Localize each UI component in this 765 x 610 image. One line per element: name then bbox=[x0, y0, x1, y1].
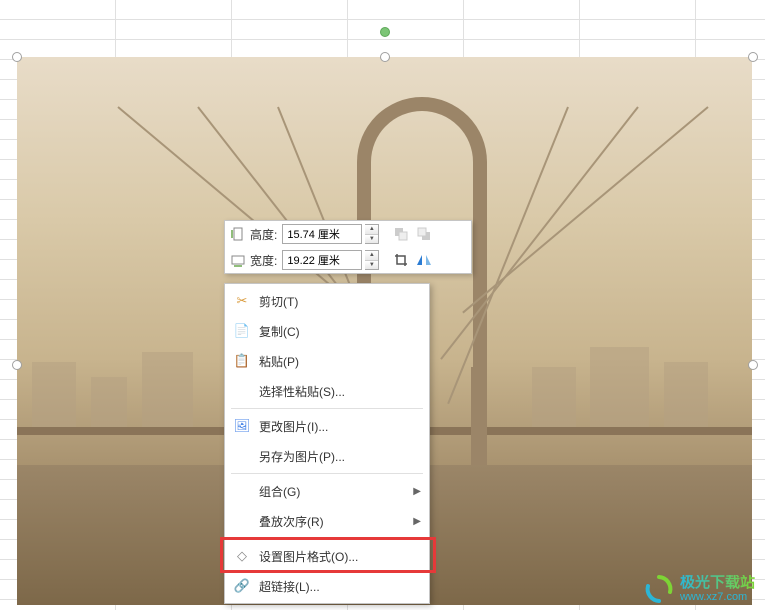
height-label: 高度: bbox=[250, 226, 277, 243]
menu-separator bbox=[231, 473, 423, 474]
menu-item-format-picture[interactable]: ◇ 设置图片格式(O)... bbox=[225, 541, 429, 571]
image-context-menu: ✂ 剪切(T) 📄 复制(C) 📋 粘贴(P) 选择性粘贴(S)... 🖼 更改图片(I)...… bbox=[224, 283, 430, 604]
menu-item-label: 选择性粘贴(S)... bbox=[259, 383, 421, 400]
watermark-logo-icon bbox=[644, 574, 674, 604]
format-picture-icon: ◇ bbox=[231, 546, 253, 566]
width-spinner: ▲ ▼ bbox=[365, 250, 379, 270]
resize-handle-tm[interactable] bbox=[380, 52, 390, 62]
order-icon bbox=[231, 511, 253, 531]
watermark-url: www.xz7.com bbox=[680, 591, 755, 603]
save-as-image-icon bbox=[231, 446, 253, 466]
width-icon bbox=[229, 251, 247, 269]
resize-handle-mr[interactable] bbox=[748, 360, 758, 370]
flip-button[interactable] bbox=[414, 250, 434, 270]
cut-icon: ✂ bbox=[231, 291, 253, 311]
bring-forward-button[interactable] bbox=[391, 224, 411, 244]
submenu-arrow-icon: ▶ bbox=[413, 486, 421, 497]
menu-item-label: 复制(C) bbox=[259, 323, 421, 340]
paste-icon: 📋 bbox=[231, 351, 253, 371]
width-up-button[interactable]: ▲ bbox=[365, 251, 378, 261]
menu-item-label: 剪切(T) bbox=[259, 293, 421, 310]
toolbar-row-height: 高度: ▲ ▼ bbox=[225, 221, 471, 247]
width-down-button[interactable]: ▼ bbox=[365, 261, 378, 270]
menu-item-label: 组合(G) bbox=[259, 483, 413, 500]
watermark: 极光下载站 www.xz7.com bbox=[644, 574, 755, 604]
watermark-title: 极光下载站 bbox=[680, 575, 755, 592]
submenu-arrow-icon: ▶ bbox=[413, 516, 421, 527]
menu-separator bbox=[231, 538, 423, 539]
height-input[interactable] bbox=[282, 224, 362, 244]
height-up-button[interactable]: ▲ bbox=[365, 225, 378, 235]
height-down-button[interactable]: ▼ bbox=[365, 235, 378, 244]
menu-item-paste-special[interactable]: 选择性粘贴(S)... bbox=[225, 376, 429, 406]
menu-item-label: 叠放次序(R) bbox=[259, 513, 413, 530]
menu-item-label: 设置图片格式(O)... bbox=[259, 548, 421, 565]
crop-button[interactable] bbox=[391, 250, 411, 270]
hyperlink-icon: 🔗 bbox=[231, 576, 253, 596]
menu-item-label: 超链接(L)... bbox=[259, 578, 421, 595]
menu-item-order[interactable]: 叠放次序(R)▶ bbox=[225, 506, 429, 536]
menu-item-label: 另存为图片(P)... bbox=[259, 448, 421, 465]
menu-item-paste[interactable]: 📋 粘贴(P) bbox=[225, 346, 429, 376]
menu-item-save-as-image[interactable]: 另存为图片(P)... bbox=[225, 441, 429, 471]
rotate-handle[interactable] bbox=[380, 27, 390, 37]
change-image-icon: 🖼 bbox=[231, 416, 253, 436]
paste-special-icon bbox=[231, 381, 253, 401]
send-backward-button[interactable] bbox=[414, 224, 434, 244]
width-label: 宽度: bbox=[250, 252, 277, 269]
menu-item-copy[interactable]: 📄 复制(C) bbox=[225, 316, 429, 346]
menu-item-label: 粘贴(P) bbox=[259, 353, 421, 370]
width-input[interactable] bbox=[282, 250, 362, 270]
resize-handle-tr[interactable] bbox=[748, 52, 758, 62]
menu-item-group[interactable]: 组合(G)▶ bbox=[225, 476, 429, 506]
menu-item-cut[interactable]: ✂ 剪切(T) bbox=[225, 286, 429, 316]
image-mini-toolbar: 高度: ▲ ▼ 宽度: ▲ ▼ bbox=[224, 220, 472, 274]
menu-item-label: 更改图片(I)... bbox=[259, 418, 421, 435]
menu-item-change-image[interactable]: 🖼 更改图片(I)... bbox=[225, 411, 429, 441]
resize-handle-ml[interactable] bbox=[12, 360, 22, 370]
resize-handle-tl[interactable] bbox=[12, 52, 22, 62]
toolbar-row-width: 宽度: ▲ ▼ bbox=[225, 247, 471, 273]
height-icon bbox=[229, 225, 247, 243]
copy-icon: 📄 bbox=[231, 321, 253, 341]
height-spinner: ▲ ▼ bbox=[365, 224, 379, 244]
group-icon bbox=[231, 481, 253, 501]
menu-separator bbox=[231, 408, 423, 409]
menu-item-hyperlink[interactable]: 🔗 超链接(L)... bbox=[225, 571, 429, 601]
